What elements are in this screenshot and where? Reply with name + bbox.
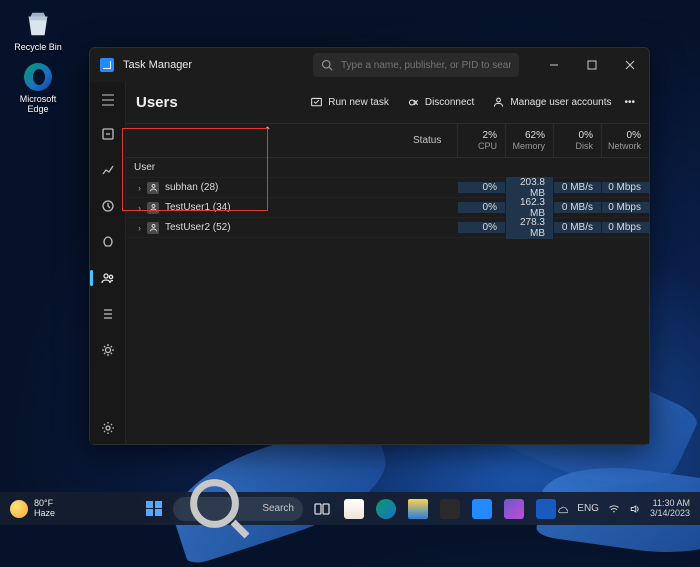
- chevron-right-icon: ›: [138, 223, 141, 233]
- col-network[interactable]: 0%Network: [601, 124, 649, 157]
- pinned-app[interactable]: [373, 496, 399, 522]
- col-disk[interactable]: 0%Disk: [553, 124, 601, 157]
- user-name: TestUser1 (34): [165, 202, 231, 213]
- maximize-button[interactable]: [573, 48, 611, 82]
- table-row[interactable]: ›TestUser1 (34)0%162.3 MB0 MB/s0 Mbps: [126, 198, 649, 218]
- user-name: TestUser2 (52): [165, 222, 231, 233]
- titlebar[interactable]: Task Manager: [90, 48, 649, 82]
- system-tray[interactable]: ˄ ENG 11:30 AM3/14/2023: [542, 499, 690, 519]
- wifi-icon[interactable]: [608, 503, 620, 515]
- col-memory[interactable]: 62%Memory: [505, 124, 553, 157]
- pinned-app[interactable]: [501, 496, 527, 522]
- start-button[interactable]: [141, 496, 167, 522]
- window-title: Task Manager: [123, 59, 192, 71]
- close-button[interactable]: [611, 48, 649, 82]
- pinned-app[interactable]: [533, 496, 559, 522]
- column-headers: ⌃ Status 2%CPU 62%Memory 0%Disk 0%Networ…: [126, 124, 649, 158]
- users-table: User ›subhan (28)0%203.8 MB0 MB/s0 Mbps›…: [126, 158, 649, 238]
- sidebar: [90, 82, 126, 444]
- disconnect-button[interactable]: Disconnect: [398, 90, 483, 115]
- sort-caret-icon: ⌃: [263, 126, 271, 137]
- nav-startup[interactable]: [92, 226, 124, 258]
- table-row[interactable]: ›TestUser2 (52)0%278.3 MB0 MB/s0 Mbps: [126, 218, 649, 238]
- taskbar[interactable]: 80°FHaze Search ˄ ENG 11:30 AM3/14/2023: [0, 492, 700, 525]
- recycle-bin-icon: [22, 7, 54, 39]
- pinned-app[interactable]: [469, 496, 495, 522]
- minimize-button[interactable]: [535, 48, 573, 82]
- search-input[interactable]: [341, 60, 511, 71]
- desktop-icon-edge[interactable]: Microsoft Edge: [10, 63, 66, 115]
- language-indicator[interactable]: ENG: [577, 503, 599, 514]
- user-name: subhan (28): [165, 182, 218, 193]
- weather-icon: [10, 500, 28, 518]
- user-icon: [147, 222, 159, 234]
- nav-processes[interactable]: [92, 118, 124, 150]
- edge-icon: [24, 63, 52, 91]
- hamburger-button[interactable]: [92, 86, 124, 114]
- desktop-icon-label: Recycle Bin: [14, 42, 62, 52]
- clock[interactable]: 11:30 AM3/14/2023: [650, 499, 690, 519]
- col-name[interactable]: ⌃: [126, 124, 409, 157]
- chevron-right-icon: ›: [138, 203, 141, 213]
- group-label: User: [134, 162, 155, 173]
- settings-button[interactable]: [92, 412, 124, 444]
- chevron-right-icon: ›: [138, 183, 141, 193]
- search-box[interactable]: [313, 53, 519, 77]
- nav-users[interactable]: [92, 262, 124, 294]
- desktop-icon-label: Microsoft Edge: [10, 94, 66, 115]
- pinned-app[interactable]: [405, 496, 431, 522]
- volume-icon[interactable]: [629, 503, 641, 515]
- page-header: Users Run new task Disconnect Manage use…: [126, 82, 649, 124]
- search-icon: [182, 471, 256, 545]
- nav-performance[interactable]: [92, 154, 124, 186]
- desktop-icon-recycle-bin[interactable]: Recycle Bin: [10, 7, 66, 52]
- table-row[interactable]: ›subhan (28)0%203.8 MB0 MB/s0 Mbps: [126, 178, 649, 198]
- pinned-app[interactable]: [341, 496, 367, 522]
- taskbar-search[interactable]: Search: [173, 497, 303, 521]
- weather-cond: Haze: [34, 509, 55, 518]
- pinned-app[interactable]: [437, 496, 463, 522]
- task-manager-window: Task Manager Users Run: [89, 47, 650, 445]
- nav-services[interactable]: [92, 334, 124, 366]
- nav-details[interactable]: [92, 298, 124, 330]
- col-cpu[interactable]: 2%CPU: [457, 124, 505, 157]
- user-icon: [147, 182, 159, 194]
- task-view-button[interactable]: [309, 496, 335, 522]
- nav-app-history[interactable]: [92, 190, 124, 222]
- task-manager-icon: [100, 58, 114, 72]
- page-title: Users: [136, 94, 178, 111]
- manage-accounts-button[interactable]: Manage user accounts: [483, 90, 620, 115]
- col-status[interactable]: Status: [409, 124, 457, 157]
- run-new-task-button[interactable]: Run new task: [301, 90, 398, 115]
- user-icon: [147, 202, 159, 214]
- table-group-row[interactable]: User: [126, 158, 649, 178]
- search-icon: [321, 59, 333, 71]
- weather-widget[interactable]: 80°FHaze: [10, 499, 55, 518]
- more-button[interactable]: •••: [620, 91, 639, 114]
